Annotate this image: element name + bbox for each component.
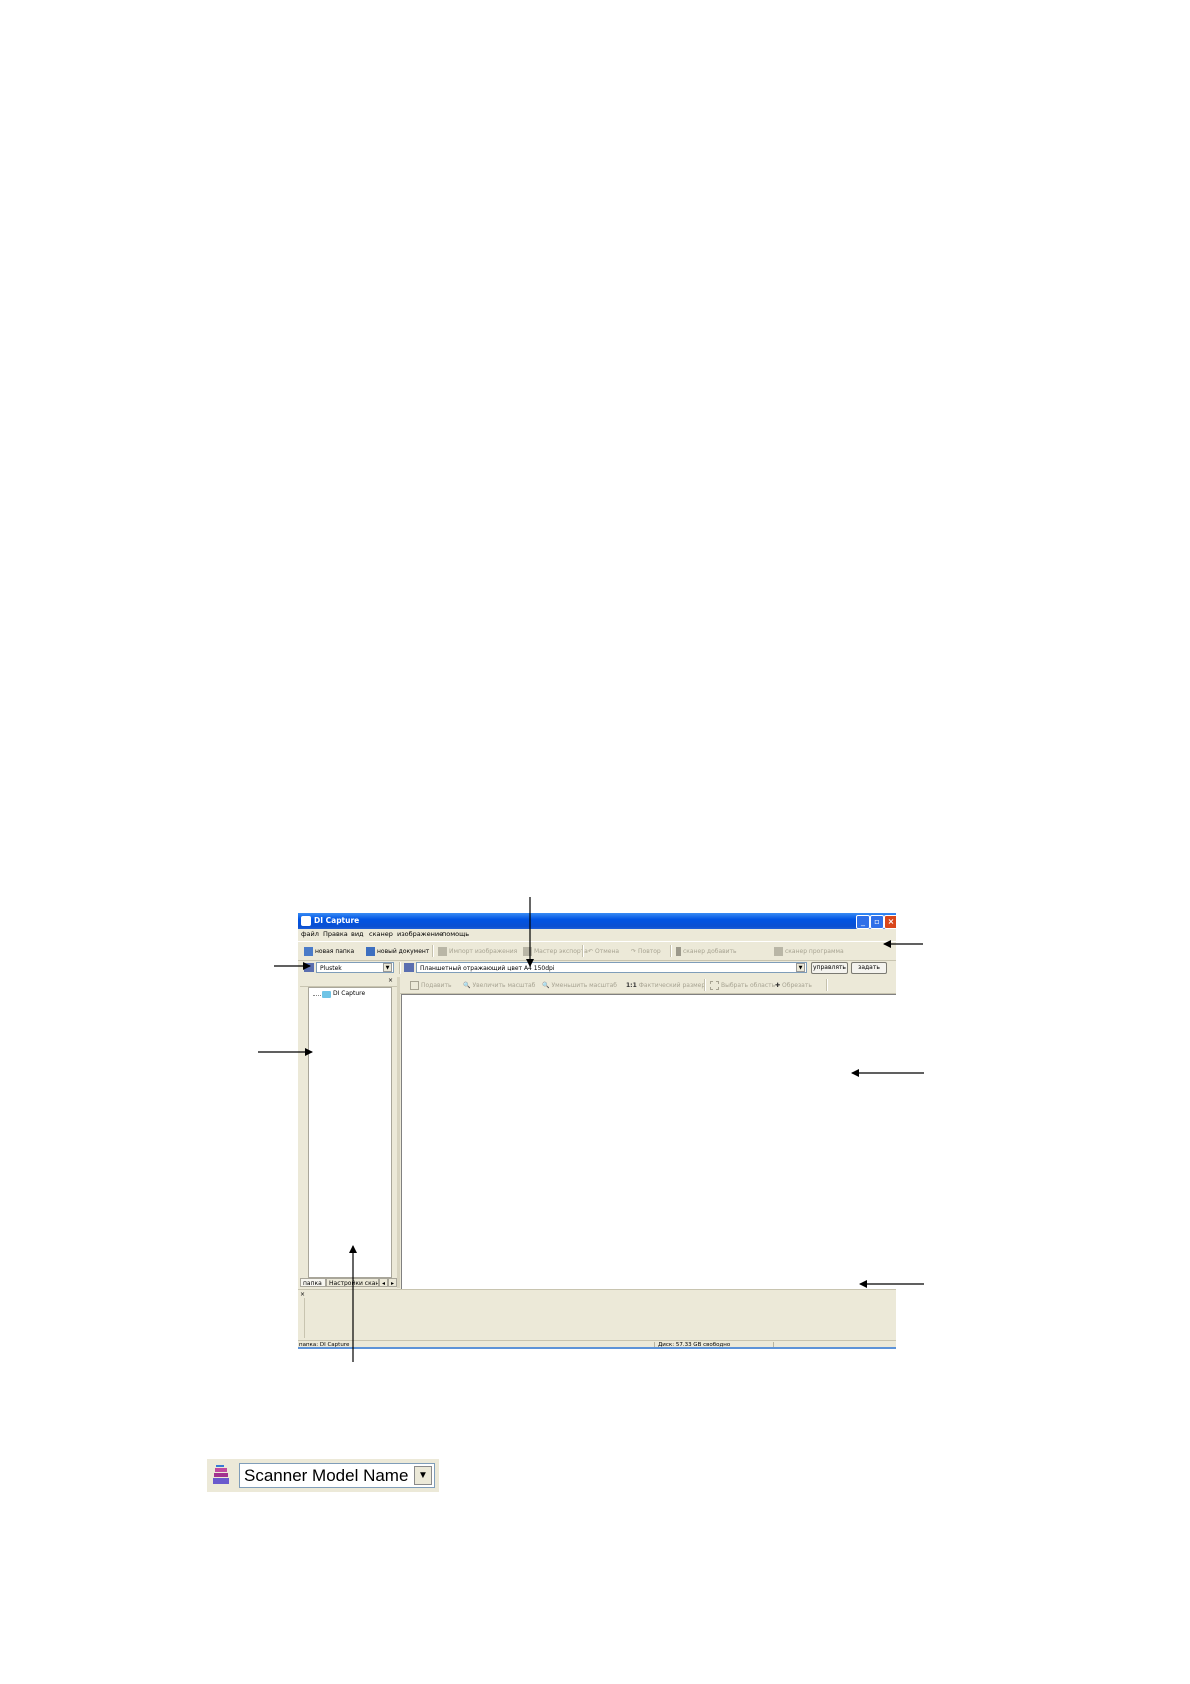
scanner-icon: [213, 1465, 229, 1484]
chevron-down-icon[interactable]: ▼: [414, 1466, 432, 1485]
scanner-model-widget: Scanner Model Name ▼: [207, 1459, 439, 1492]
scanner-model-name: Scanner Model Name: [244, 1466, 409, 1485]
annotation-arrows: [258, 897, 924, 1362]
scanner-model-dropdown[interactable]: Scanner Model Name ▼: [239, 1463, 435, 1488]
